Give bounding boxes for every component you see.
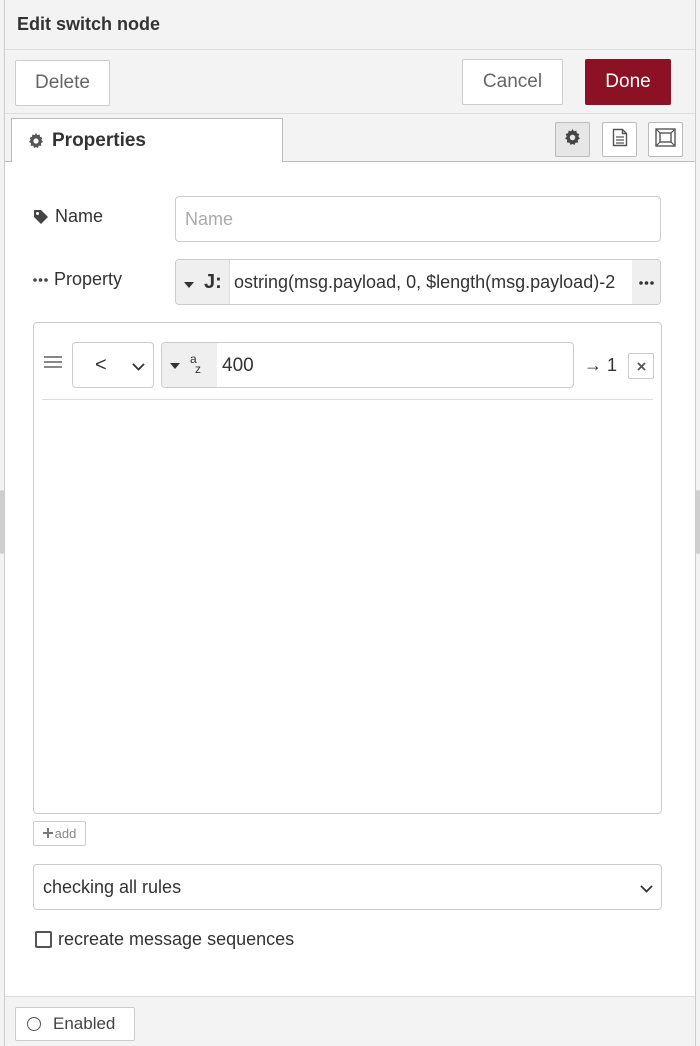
close-icon	[636, 358, 646, 374]
left-resize-handle[interactable]	[0, 490, 4, 554]
document-icon	[612, 128, 628, 152]
rule-row: < az 400 → 1	[34, 323, 661, 400]
rule-value[interactable]: 400	[222, 355, 254, 377]
property-value[interactable]: ostring(msg.payload, 0, $length(msg.payl…	[234, 272, 630, 293]
string-type-icon: az	[190, 352, 201, 376]
rule-divider	[42, 399, 653, 400]
drag-handle-icon[interactable]	[44, 356, 62, 368]
recreate-sequences-row: recreate message sequences	[35, 929, 294, 950]
checking-mode-select[interactable]: checking all rules	[33, 864, 662, 910]
edit-tray: Edit switch node Delete Cancel Done Prop…	[4, 0, 696, 1046]
plus-icon	[42, 826, 53, 841]
tab-properties[interactable]: Properties	[11, 118, 283, 163]
appearance-tab-button[interactable]	[648, 122, 683, 157]
tray-toolbar: Delete Cancel Done	[5, 50, 695, 114]
rule-output-label: → 1	[584, 355, 618, 375]
enabled-label: Enabled	[53, 1014, 116, 1033]
circle-icon	[27, 1017, 41, 1031]
jsonata-type-glyph: J:	[204, 270, 222, 293]
rule-value-type-button[interactable]: az	[162, 343, 217, 387]
property-row-label: Property	[33, 269, 122, 290]
right-resize-handle[interactable]	[696, 490, 700, 554]
remove-rule-button[interactable]	[628, 353, 654, 379]
tray-footer: Enabled	[5, 996, 695, 1046]
rule-value-input[interactable]: az 400	[161, 342, 574, 388]
name-input[interactable]	[175, 196, 661, 242]
chevron-down-icon	[132, 354, 145, 377]
rule-operator: <	[95, 353, 107, 376]
name-row-label: Name	[33, 206, 103, 227]
cancel-button[interactable]: Cancel	[462, 59, 563, 105]
tab-properties-label: Properties	[52, 130, 146, 151]
dots-icon	[638, 273, 654, 291]
expand-expression-button[interactable]	[632, 260, 660, 304]
delete-button[interactable]: Delete	[15, 60, 110, 106]
property-label: Property	[54, 269, 123, 289]
name-label: Name	[55, 206, 104, 226]
done-button[interactable]: Done	[585, 59, 671, 105]
caret-down-icon	[170, 356, 180, 374]
settings-tab-button[interactable]	[555, 122, 590, 157]
frame-icon	[655, 127, 676, 152]
enabled-toggle-button[interactable]: Enabled	[15, 1007, 135, 1041]
tray-title: Edit switch node	[17, 14, 161, 34]
checking-mode-value: checking all rules	[43, 876, 182, 897]
caret-down-icon	[184, 271, 194, 294]
gear-icon	[564, 128, 581, 151]
tray-header: Edit switch node	[5, 0, 695, 50]
add-rule-button[interactable]: add	[33, 821, 86, 846]
rule-operator-select[interactable]: <	[72, 342, 154, 388]
description-tab-button[interactable]	[602, 122, 637, 157]
recreate-sequences-label: recreate message sequences	[58, 929, 295, 949]
dots-icon	[33, 277, 48, 283]
rules-list: < az 400 → 1	[33, 322, 662, 814]
recreate-sequences-checkbox[interactable]	[35, 931, 52, 948]
tab-bar: Properties	[5, 114, 695, 163]
property-type-button[interactable]: J:	[176, 260, 230, 304]
property-typed-input[interactable]: J: ostring(msg.payload, 0, $length(msg.p…	[175, 259, 661, 305]
add-rule-label: add	[54, 826, 77, 841]
chevron-down-icon	[640, 877, 653, 898]
gear-icon	[28, 133, 44, 149]
tag-icon	[33, 209, 49, 225]
